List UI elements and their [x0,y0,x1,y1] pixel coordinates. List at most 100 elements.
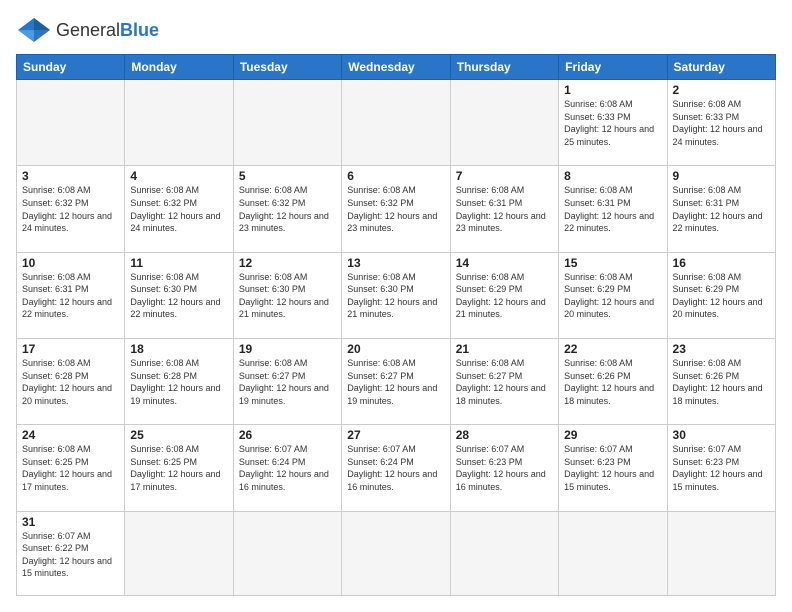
day-number: 31 [22,515,119,529]
day-number: 24 [22,428,119,442]
col-header-friday: Friday [559,55,667,80]
day-number: 4 [130,169,227,183]
calendar-cell: 10Sunrise: 6:08 AM Sunset: 6:31 PM Dayli… [17,252,125,338]
calendar-cell: 1Sunrise: 6:08 AM Sunset: 6:33 PM Daylig… [559,80,667,166]
day-number: 20 [347,342,444,356]
day-info: Sunrise: 6:08 AM Sunset: 6:28 PM Dayligh… [22,357,119,407]
col-header-monday: Monday [125,55,233,80]
calendar-cell: 6Sunrise: 6:08 AM Sunset: 6:32 PM Daylig… [342,166,450,252]
calendar-cell: 16Sunrise: 6:08 AM Sunset: 6:29 PM Dayli… [667,252,775,338]
day-number: 16 [673,256,770,270]
day-number: 10 [22,256,119,270]
calendar-cell: 5Sunrise: 6:08 AM Sunset: 6:32 PM Daylig… [233,166,341,252]
calendar-cell [17,80,125,166]
day-number: 19 [239,342,336,356]
day-info: Sunrise: 6:07 AM Sunset: 6:23 PM Dayligh… [564,443,661,493]
day-info: Sunrise: 6:08 AM Sunset: 6:25 PM Dayligh… [22,443,119,493]
col-header-thursday: Thursday [450,55,558,80]
day-info: Sunrise: 6:08 AM Sunset: 6:30 PM Dayligh… [130,271,227,321]
day-info: Sunrise: 6:07 AM Sunset: 6:23 PM Dayligh… [456,443,553,493]
logo-text: GeneralBlue [56,20,159,41]
day-info: Sunrise: 6:07 AM Sunset: 6:24 PM Dayligh… [239,443,336,493]
day-info: Sunrise: 6:07 AM Sunset: 6:23 PM Dayligh… [673,443,770,493]
page: GeneralBlue SundayMondayTuesdayWednesday… [0,0,792,612]
calendar-cell [125,80,233,166]
day-info: Sunrise: 6:08 AM Sunset: 6:30 PM Dayligh… [239,271,336,321]
calendar-cell: 9Sunrise: 6:08 AM Sunset: 6:31 PM Daylig… [667,166,775,252]
calendar-header-row: SundayMondayTuesdayWednesdayThursdayFrid… [17,55,776,80]
calendar-cell: 24Sunrise: 6:08 AM Sunset: 6:25 PM Dayli… [17,425,125,511]
calendar-cell: 3Sunrise: 6:08 AM Sunset: 6:32 PM Daylig… [17,166,125,252]
day-number: 9 [673,169,770,183]
calendar-cell [450,80,558,166]
calendar-cell: 12Sunrise: 6:08 AM Sunset: 6:30 PM Dayli… [233,252,341,338]
col-header-tuesday: Tuesday [233,55,341,80]
day-info: Sunrise: 6:08 AM Sunset: 6:27 PM Dayligh… [347,357,444,407]
calendar-cell: 17Sunrise: 6:08 AM Sunset: 6:28 PM Dayli… [17,338,125,424]
day-number: 12 [239,256,336,270]
calendar-week-4: 24Sunrise: 6:08 AM Sunset: 6:25 PM Dayli… [17,425,776,511]
day-number: 18 [130,342,227,356]
day-info: Sunrise: 6:08 AM Sunset: 6:28 PM Dayligh… [130,357,227,407]
day-number: 26 [239,428,336,442]
day-number: 5 [239,169,336,183]
day-number: 7 [456,169,553,183]
day-info: Sunrise: 6:07 AM Sunset: 6:22 PM Dayligh… [22,530,119,580]
calendar-cell [342,511,450,595]
day-info: Sunrise: 6:08 AM Sunset: 6:32 PM Dayligh… [130,184,227,234]
calendar-week-3: 17Sunrise: 6:08 AM Sunset: 6:28 PM Dayli… [17,338,776,424]
calendar-cell [233,511,341,595]
day-info: Sunrise: 6:08 AM Sunset: 6:32 PM Dayligh… [239,184,336,234]
day-info: Sunrise: 6:08 AM Sunset: 6:33 PM Dayligh… [673,98,770,148]
calendar-cell [667,511,775,595]
day-info: Sunrise: 6:08 AM Sunset: 6:29 PM Dayligh… [456,271,553,321]
logo-icon [16,16,52,44]
logo-general: General [56,20,120,40]
day-number: 22 [564,342,661,356]
day-number: 28 [456,428,553,442]
calendar-cell: 11Sunrise: 6:08 AM Sunset: 6:30 PM Dayli… [125,252,233,338]
day-info: Sunrise: 6:08 AM Sunset: 6:27 PM Dayligh… [456,357,553,407]
calendar-table: SundayMondayTuesdayWednesdayThursdayFrid… [16,54,776,596]
day-number: 15 [564,256,661,270]
calendar-cell: 18Sunrise: 6:08 AM Sunset: 6:28 PM Dayli… [125,338,233,424]
day-number: 30 [673,428,770,442]
calendar-cell [342,80,450,166]
calendar-cell: 27Sunrise: 6:07 AM Sunset: 6:24 PM Dayli… [342,425,450,511]
calendar-cell: 15Sunrise: 6:08 AM Sunset: 6:29 PM Dayli… [559,252,667,338]
calendar-week-5: 31Sunrise: 6:07 AM Sunset: 6:22 PM Dayli… [17,511,776,595]
calendar-cell [559,511,667,595]
header: GeneralBlue [16,16,776,44]
day-number: 13 [347,256,444,270]
day-number: 29 [564,428,661,442]
calendar-cell [125,511,233,595]
calendar-cell: 26Sunrise: 6:07 AM Sunset: 6:24 PM Dayli… [233,425,341,511]
day-info: Sunrise: 6:08 AM Sunset: 6:31 PM Dayligh… [22,271,119,321]
calendar-cell: 7Sunrise: 6:08 AM Sunset: 6:31 PM Daylig… [450,166,558,252]
day-info: Sunrise: 6:08 AM Sunset: 6:26 PM Dayligh… [564,357,661,407]
day-info: Sunrise: 6:08 AM Sunset: 6:31 PM Dayligh… [673,184,770,234]
calendar-cell: 20Sunrise: 6:08 AM Sunset: 6:27 PM Dayli… [342,338,450,424]
calendar-cell: 4Sunrise: 6:08 AM Sunset: 6:32 PM Daylig… [125,166,233,252]
day-number: 6 [347,169,444,183]
day-info: Sunrise: 6:08 AM Sunset: 6:31 PM Dayligh… [564,184,661,234]
day-number: 1 [564,83,661,97]
day-info: Sunrise: 6:08 AM Sunset: 6:31 PM Dayligh… [456,184,553,234]
calendar-cell: 31Sunrise: 6:07 AM Sunset: 6:22 PM Dayli… [17,511,125,595]
day-info: Sunrise: 6:08 AM Sunset: 6:26 PM Dayligh… [673,357,770,407]
day-number: 17 [22,342,119,356]
logo-blue: Blue [120,20,159,40]
day-info: Sunrise: 6:08 AM Sunset: 6:30 PM Dayligh… [347,271,444,321]
day-info: Sunrise: 6:08 AM Sunset: 6:25 PM Dayligh… [130,443,227,493]
calendar-cell: 14Sunrise: 6:08 AM Sunset: 6:29 PM Dayli… [450,252,558,338]
col-header-wednesday: Wednesday [342,55,450,80]
calendar-week-0: 1Sunrise: 6:08 AM Sunset: 6:33 PM Daylig… [17,80,776,166]
calendar-cell: 8Sunrise: 6:08 AM Sunset: 6:31 PM Daylig… [559,166,667,252]
logo: GeneralBlue [16,16,159,44]
day-info: Sunrise: 6:08 AM Sunset: 6:33 PM Dayligh… [564,98,661,148]
day-number: 11 [130,256,227,270]
calendar-week-2: 10Sunrise: 6:08 AM Sunset: 6:31 PM Dayli… [17,252,776,338]
calendar-cell: 19Sunrise: 6:08 AM Sunset: 6:27 PM Dayli… [233,338,341,424]
day-info: Sunrise: 6:08 AM Sunset: 6:27 PM Dayligh… [239,357,336,407]
calendar-cell: 22Sunrise: 6:08 AM Sunset: 6:26 PM Dayli… [559,338,667,424]
